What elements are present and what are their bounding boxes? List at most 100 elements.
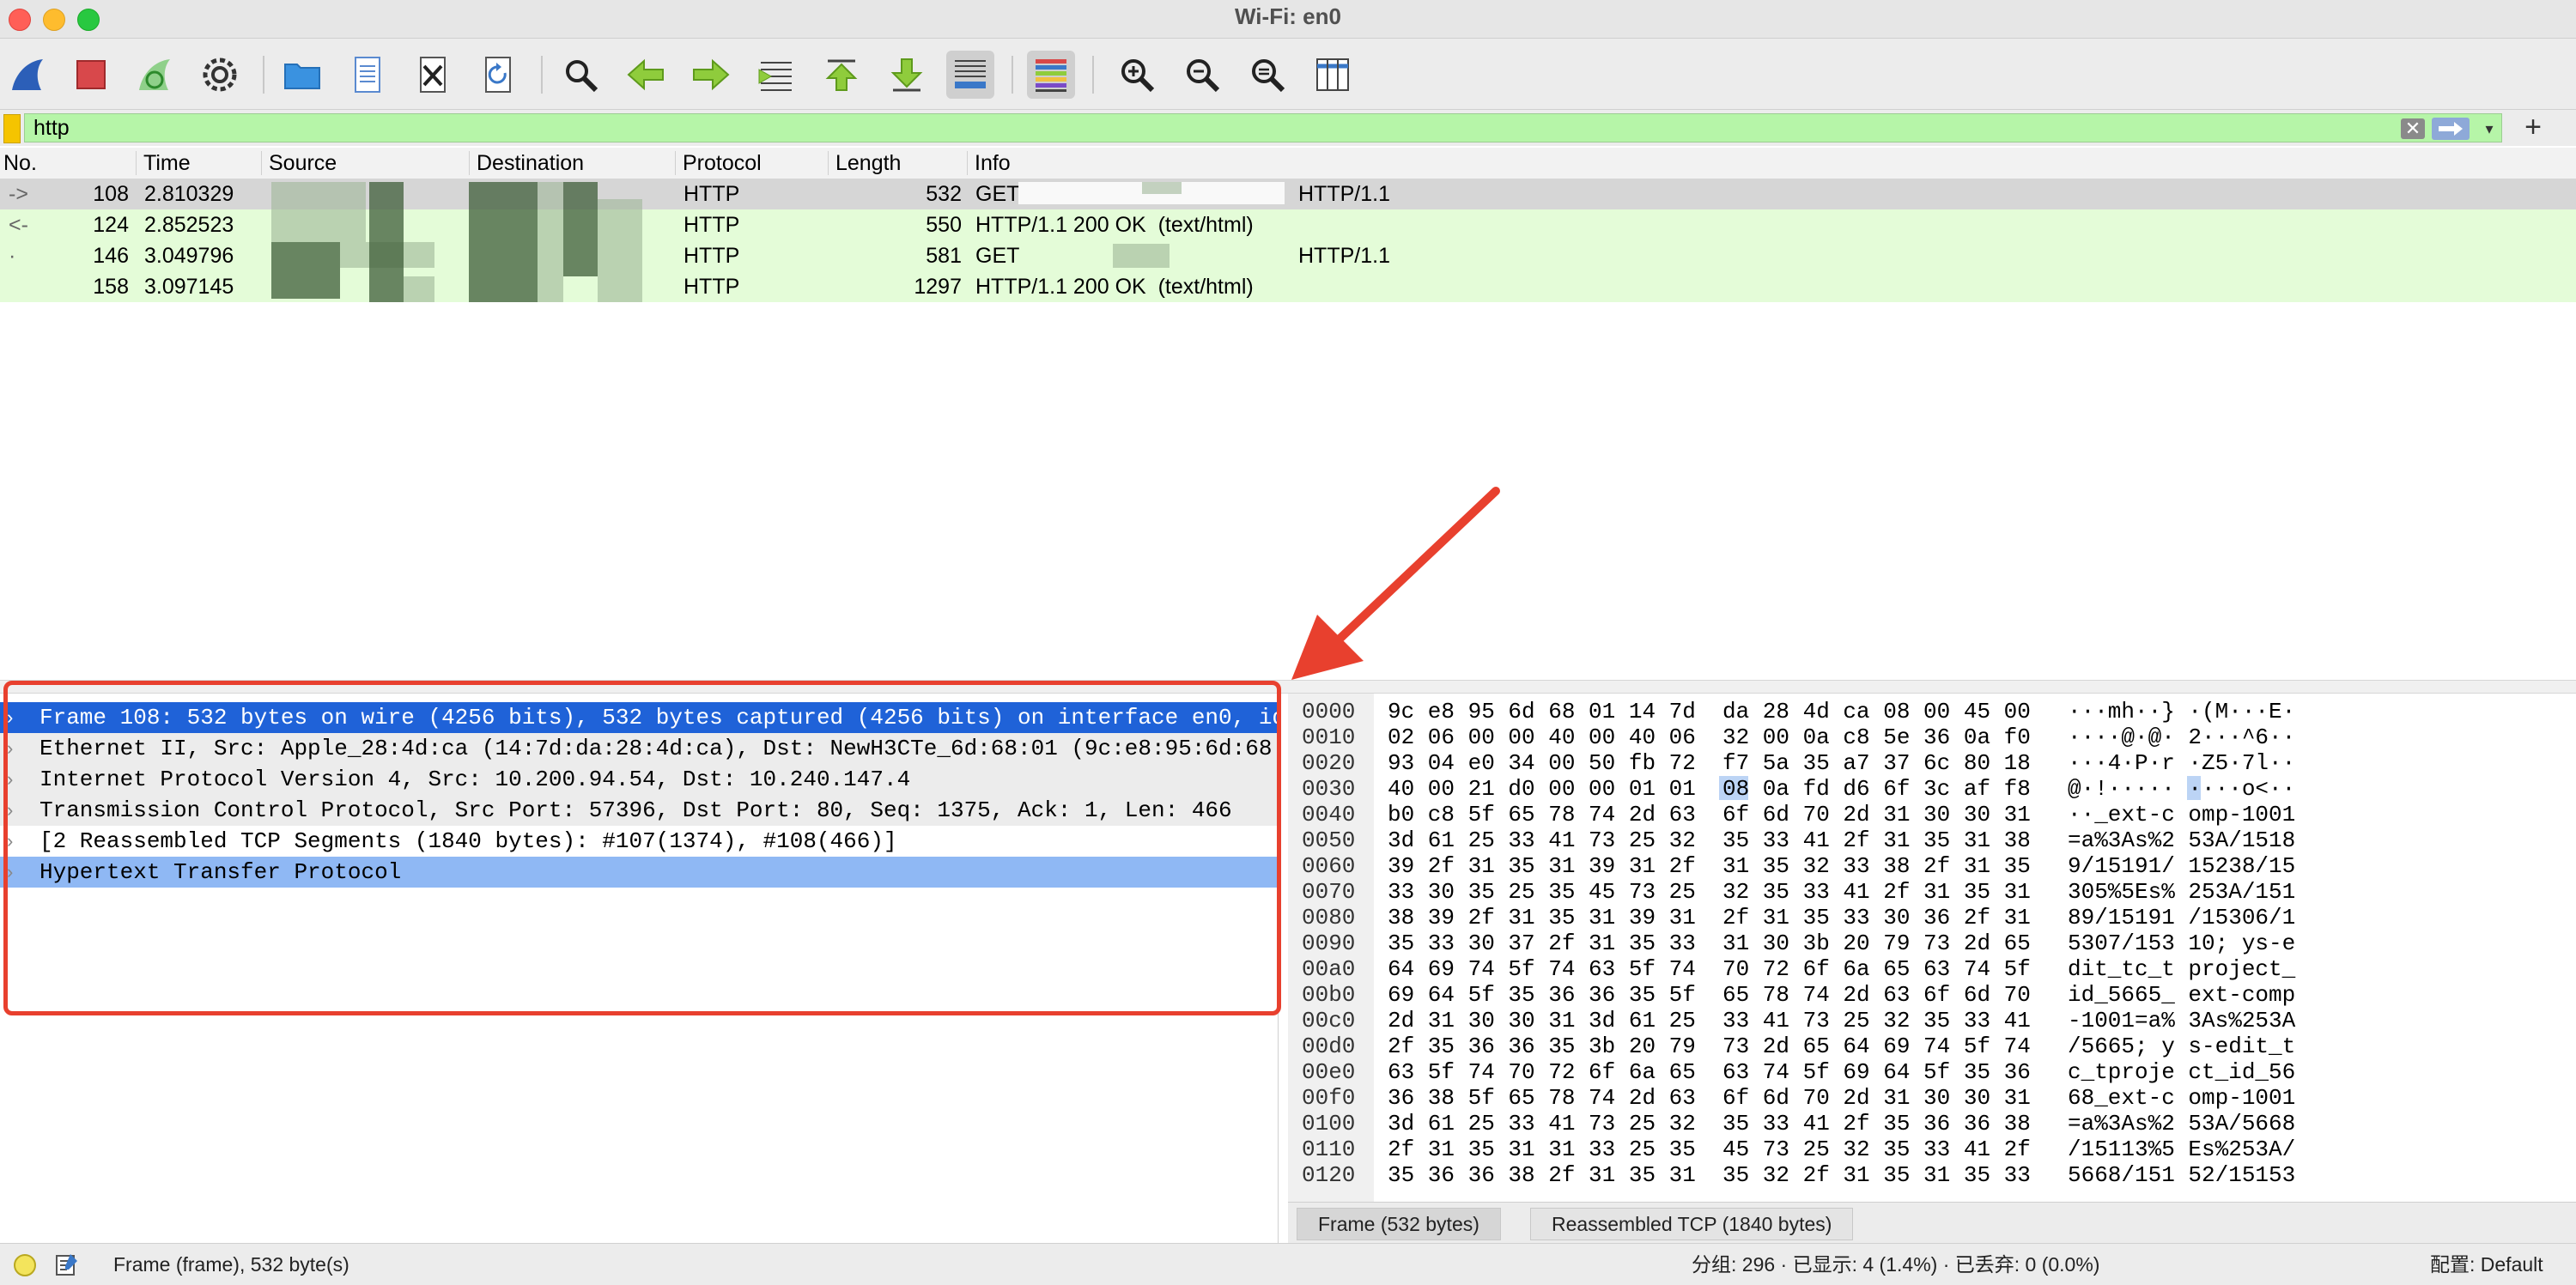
main-toolbar (0, 39, 2576, 110)
filter-bookmark-icon[interactable] (3, 114, 21, 143)
bytes-row[interactable]: 0100 3d 61 25 33 41 73 25 32 35 33 41 2f 3… (1288, 1111, 2576, 1136)
expand-chevron-icon[interactable]: › (7, 702, 13, 733)
expand-chevron-icon[interactable]: › (7, 826, 13, 857)
apply-filter-arrow-icon[interactable] (2432, 118, 2470, 140)
bytes-row[interactable]: 0010 02 06 00 00 40 00 40 06 32 00 0a c8 5… (1288, 724, 2576, 750)
bytes-row[interactable]: 0020 93 04 e0 34 00 50 fb 72 f7 5a 35 a7 3… (1288, 750, 2576, 776)
bytes-row[interactable]: 0060 39 2f 31 35 31 39 31 2f 31 35 32 33 3… (1288, 853, 2576, 879)
display-filter-bar: ✕ ▾ + (0, 110, 2576, 146)
expand-chevron-icon[interactable]: › (7, 764, 13, 795)
hex-bytes-right: 35 32 2f 31 35 31 35 33 (1722, 1162, 2031, 1188)
column-header-length[interactable]: Length (828, 151, 901, 175)
byte-offset: 0010 (1302, 724, 1356, 750)
hex-bytes-right: 31 30 3b 20 79 73 2d 65 (1722, 930, 2031, 956)
stop-square-icon[interactable] (67, 51, 115, 99)
packet-length: 550 (926, 213, 962, 237)
column-header-time[interactable]: Time (136, 151, 191, 175)
tab-reassembled-tcp[interactable]: Reassembled TCP (1840 bytes) (1530, 1208, 1854, 1240)
ascii-bytes: ··_ext-c omp-1001 (2068, 802, 2296, 827)
tree-item-reassembled-segments[interactable]: › [2 Reassembled TCP Segments (1840 byte… (0, 826, 1278, 857)
filter-history-dropdown-icon[interactable]: ▾ (2480, 117, 2499, 141)
tree-item-label: Transmission Control Protocol, Src Port:… (39, 797, 1232, 823)
colorize-icon[interactable] (1027, 51, 1075, 99)
bytes-row[interactable]: 0000 9c e8 95 6d 68 01 14 7d da 28 4d ca 0… (1288, 699, 2576, 724)
packet-protocol: HTTP (683, 182, 740, 206)
hex-bytes-right: 6f 6d 70 2d 31 30 30 31 (1722, 802, 2031, 827)
go-to-packet-icon[interactable] (752, 51, 800, 99)
byte-offset: 0050 (1302, 827, 1356, 853)
clear-filter-icon[interactable]: ✕ (2401, 118, 2425, 139)
bytes-row[interactable]: 0080 38 39 2f 31 35 31 39 31 2f 31 35 33 3… (1288, 905, 2576, 930)
zoom-out-icon[interactable] (1178, 51, 1226, 99)
file-save-icon[interactable] (343, 51, 392, 99)
bytes-row[interactable]: 0030 40 00 21 d0 00 00 01 01 08 0a fd d6 6… (1288, 776, 2576, 802)
packet-protocol: HTTP (683, 213, 740, 237)
toolbar-separator (541, 56, 543, 94)
tree-item-tcp[interactable]: › Transmission Control Protocol, Src Por… (0, 795, 1278, 826)
tree-item-http[interactable]: › Hypertext Transfer Protocol (0, 857, 1278, 888)
packet-info-method: GET (975, 182, 1020, 206)
bytes-row[interactable]: 0110 2f 31 35 31 31 33 25 35 45 73 25 32 3… (1288, 1136, 2576, 1162)
autoscroll-icon[interactable] (946, 51, 994, 99)
zoom-normal-icon[interactable] (1243, 51, 1291, 99)
first-packet-icon[interactable] (817, 51, 866, 99)
ascii-bytes: /15113%5 Es%253A/ (2068, 1136, 2296, 1162)
capture-comment-icon[interactable] (53, 1251, 81, 1278)
bytes-row[interactable]: 0090 35 33 30 37 2f 31 35 33 31 30 3b 20 7… (1288, 930, 2576, 956)
expand-chevron-icon[interactable]: › (7, 857, 13, 888)
add-filter-button-icon[interactable]: + (2518, 112, 2549, 142)
pane-splitter[interactable] (0, 680, 2576, 694)
zoom-in-icon[interactable] (1113, 51, 1161, 99)
packet-info-version: HTTP/1.1 (1298, 244, 1390, 268)
bytes-row[interactable]: 00c0 2d 31 30 30 31 3d 61 25 33 41 73 25 3… (1288, 1008, 2576, 1033)
tab-frame-bytes[interactable]: Frame (532 bytes) (1297, 1208, 1501, 1240)
expand-chevron-icon[interactable]: › (7, 795, 13, 826)
bytes-row[interactable]: 0070 33 30 35 25 35 45 73 25 32 35 33 41 2… (1288, 879, 2576, 905)
last-packet-icon[interactable] (883, 51, 931, 99)
status-profile[interactable]: 配置: Default (2430, 1244, 2543, 1285)
byte-offset: 00e0 (1302, 1059, 1356, 1085)
reload-icon[interactable] (474, 51, 522, 99)
hex-bytes-left: 35 33 30 37 2f 31 35 33 (1388, 930, 1696, 956)
tree-item-ethernet[interactable]: › Ethernet II, Src: Apple_28:4d:ca (14:7… (0, 733, 1278, 764)
expert-info-icon[interactable] (14, 1254, 36, 1276)
bytes-row[interactable]: 00f0 36 38 5f 65 78 74 2d 63 6f 6d 70 2d 3… (1288, 1085, 2576, 1111)
shark-fin-start-icon[interactable] (3, 51, 52, 99)
go-back-arrow-icon[interactable] (622, 51, 670, 99)
column-header-protocol[interactable]: Protocol (675, 151, 762, 175)
resize-columns-icon[interactable] (1309, 51, 1357, 99)
bytes-row[interactable]: 00e0 63 5f 74 70 72 6f 6a 65 63 74 5f 69 6… (1288, 1059, 2576, 1085)
hex-bytes-right: 31 35 32 33 38 2f 31 35 (1722, 853, 2031, 879)
hex-bytes-right: 35 33 41 2f 31 35 31 38 (1722, 827, 2031, 853)
go-forward-arrow-icon[interactable] (687, 51, 735, 99)
packet-time: 3.049796 (144, 244, 234, 268)
expand-chevron-icon[interactable]: › (7, 733, 13, 764)
hex-bytes-right: 65 78 74 2d 63 6f 6d 70 (1722, 982, 2031, 1008)
column-header-info[interactable]: Info (967, 151, 1011, 175)
column-header-source[interactable]: Source (261, 151, 337, 175)
packet-info-method: GET (975, 244, 1020, 268)
gear-options-icon[interactable] (196, 51, 244, 99)
bytes-row[interactable]: 0120 35 36 36 38 2f 31 35 31 35 32 2f 31 3… (1288, 1162, 2576, 1188)
bytes-row[interactable]: 0050 3d 61 25 33 41 73 25 32 35 33 41 2f 3… (1288, 827, 2576, 853)
column-header-no[interactable]: No. (0, 151, 37, 175)
packet-protocol: HTTP (683, 244, 740, 268)
tree-item-frame[interactable]: › Frame 108: 532 bytes on wire (4256 bit… (0, 702, 1285, 733)
tree-item-label: Ethernet II, Src: Apple_28:4d:ca (14:7d:… (39, 736, 1273, 761)
bytes-row[interactable]: 00d0 2f 35 36 36 35 3b 20 79 73 2d 65 64 6… (1288, 1033, 2576, 1059)
ascii-bytes: 5307/153 10; ys-e (2068, 930, 2296, 956)
byte-view-tabs: Frame (532 bytes) Reassembled TCP (1840 … (1288, 1202, 2576, 1244)
ascii-bytes: id_5665_ ext-comp (2068, 982, 2296, 1008)
byte-offset: 0120 (1302, 1162, 1356, 1188)
bytes-row[interactable]: 0040 b0 c8 5f 65 78 74 2d 63 6f 6d 70 2d 3… (1288, 802, 2576, 827)
column-header-destination[interactable]: Destination (469, 151, 584, 175)
folder-open-icon[interactable] (278, 51, 326, 99)
bytes-row[interactable]: 00b0 69 64 5f 35 36 36 35 5f 65 78 74 2d 6… (1288, 982, 2576, 1008)
file-close-icon[interactable] (409, 51, 457, 99)
bytes-row[interactable]: 00a0 64 69 74 5f 74 63 5f 74 70 72 6f 6a 6… (1288, 956, 2576, 982)
hex-bytes-left: 40 00 21 d0 00 00 01 01 (1388, 776, 1696, 802)
tree-item-ipv4[interactable]: › Internet Protocol Version 4, Src: 10.2… (0, 764, 1278, 795)
find-magnifier-icon[interactable] (556, 51, 605, 99)
restart-fin-icon[interactable] (131, 51, 179, 99)
display-filter-input[interactable] (24, 113, 2502, 142)
